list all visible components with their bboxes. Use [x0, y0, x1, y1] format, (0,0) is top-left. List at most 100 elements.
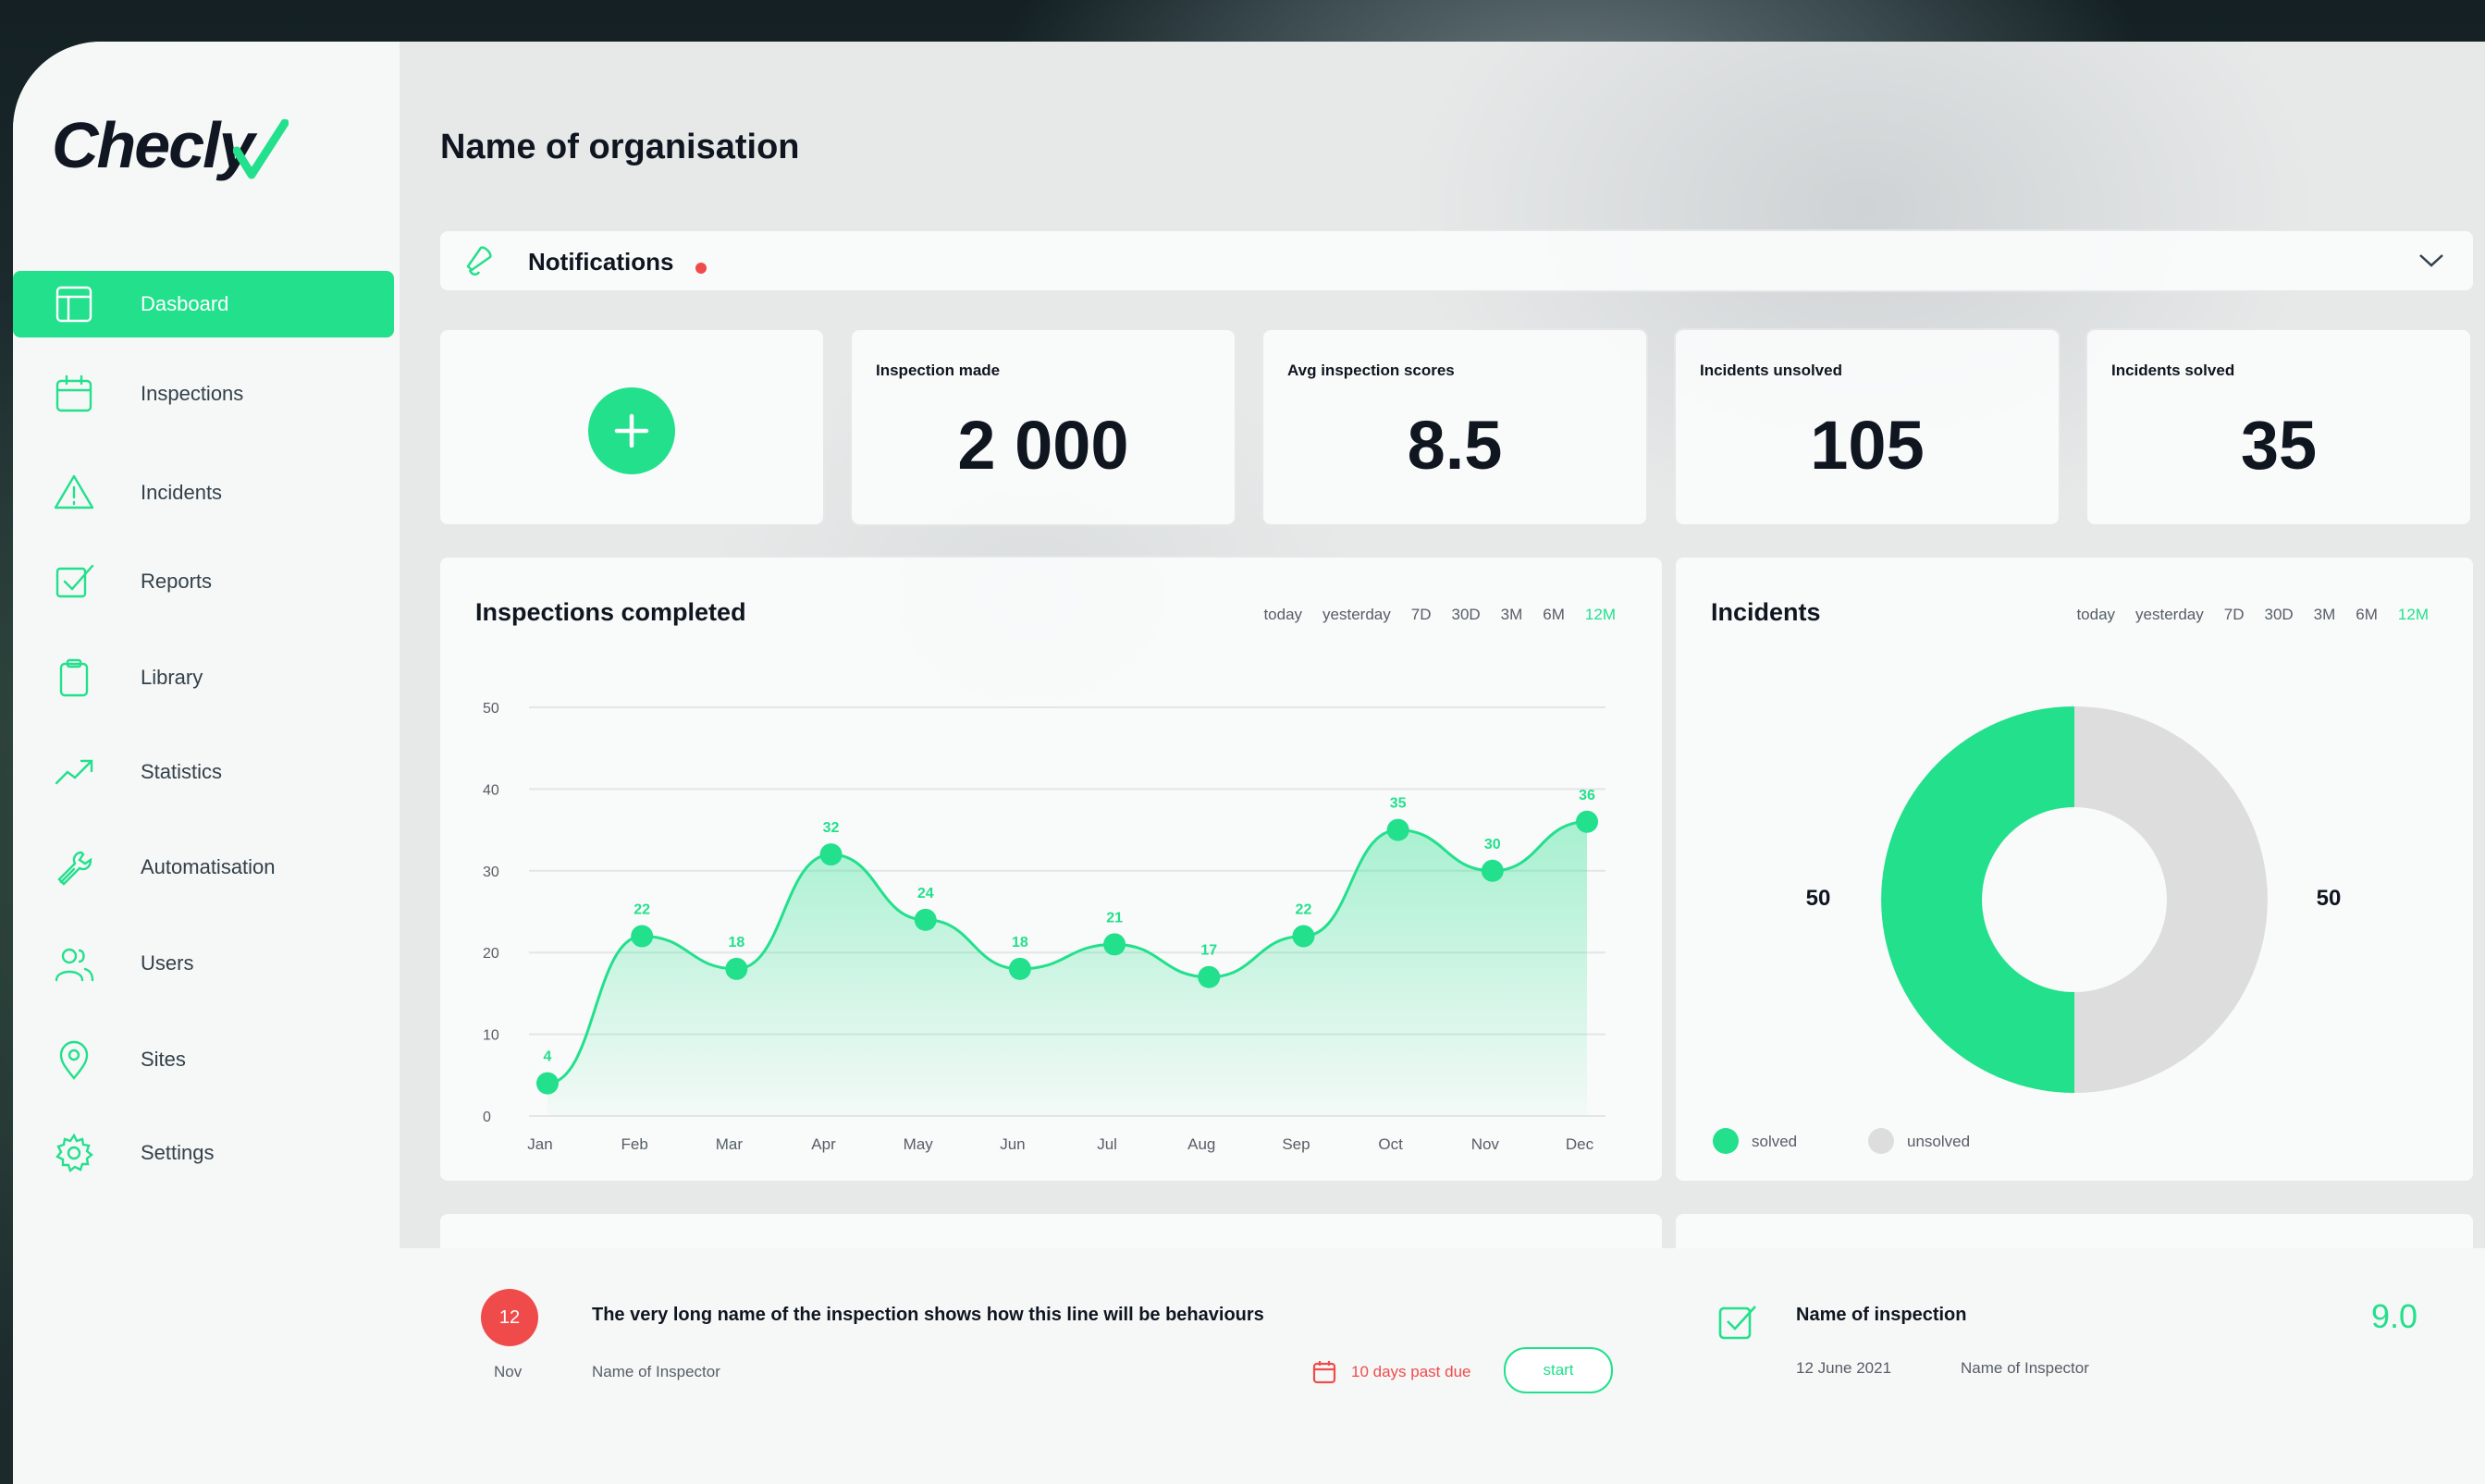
x-tick-label: Aug — [1187, 1135, 1215, 1153]
data-point — [1576, 810, 1598, 833]
checkbox-icon — [1718, 1306, 1756, 1340]
x-tick-label: Jul — [1097, 1135, 1117, 1153]
sidebar-item-statistics[interactable]: Statistics — [13, 739, 394, 805]
date-month: Nov — [494, 1363, 523, 1380]
stat-card-incidents-unsolved: Incidents unsolved 105 — [1676, 330, 2059, 524]
date-badge: 12 — [481, 1289, 538, 1346]
sidebar-item-label: Library — [141, 666, 203, 689]
data-point — [631, 925, 654, 948]
notifications-bar[interactable]: Notifications — [440, 231, 2473, 290]
sidebar-item-incidents[interactable]: Incidents — [13, 460, 394, 526]
data-label: 18 — [1012, 935, 1028, 950]
sidebar-item-label: Statistics — [141, 760, 223, 783]
y-tick-label: 50 — [483, 701, 499, 717]
chevron-down-icon[interactable] — [2417, 248, 2445, 272]
y-tick-label: 10 — [483, 1028, 499, 1044]
legend-swatch-unsolved — [1868, 1128, 1894, 1154]
x-tick-label: Nov — [1471, 1135, 1500, 1153]
data-label: 21 — [1106, 910, 1123, 926]
inspector-name: Name of Inspector — [592, 1363, 720, 1380]
page-title: Name of organisation — [440, 128, 800, 166]
sidebar-item-label: Incidents — [141, 481, 223, 504]
stat-card-avg-score: Avg inspection scores 8.5 — [1263, 330, 1646, 524]
stat-card-inspection-made: Inspection made 2 000 — [852, 330, 1235, 524]
data-point — [1008, 957, 1031, 980]
add-button[interactable] — [588, 387, 675, 474]
data-label: 22 — [1296, 902, 1312, 918]
data-point — [536, 1072, 559, 1095]
inspector-name: Name of Inspector — [1961, 1359, 2089, 1377]
filter-for-me[interactable]: for me — [1491, 1260, 1535, 1279]
app-window: Checly Dasboard Inspections Incidents Repor… — [13, 42, 2485, 1484]
sidebar-item-users[interactable]: Users — [13, 930, 394, 997]
sidebar-item-label: Sites — [141, 1048, 186, 1071]
sidebar-item-label: Inspections — [141, 382, 244, 405]
area-fill — [547, 821, 1587, 1116]
x-tick-label: Feb — [621, 1135, 648, 1153]
start-button[interactable]: start — [1504, 1347, 1613, 1393]
filter-all[interactable]: all — [2408, 1260, 2424, 1279]
data-label: 4 — [544, 1049, 552, 1065]
incidents-chart-card: Incidents today yesterday 7D 30D 3M 6M 12M 50 5… — [1676, 558, 2473, 1181]
sidebar-item-label: Reports — [141, 570, 213, 593]
sidebar-item-dasboard[interactable]: Dasboard — [13, 271, 394, 337]
slice-solved — [1881, 706, 2074, 1093]
filter-mine[interactable]: mine — [2318, 1260, 2352, 1279]
x-tick-label: Jun — [1000, 1135, 1025, 1153]
data-label: 24 — [917, 886, 934, 901]
sidebar-item-reports[interactable]: Reports — [13, 548, 394, 615]
x-tick-label: Oct — [1378, 1135, 1403, 1153]
y-tick-label: 30 — [483, 865, 499, 880]
value-label-unsolved: 50 — [2317, 886, 2342, 911]
gear-icon — [54, 1133, 94, 1173]
inspection-name[interactable]: The very long name of the inspection sho… — [592, 1305, 1264, 1326]
sidebar-item-label: Automatisation — [141, 855, 276, 878]
value-label-solved: 50 — [1806, 886, 1831, 911]
checkbox-icon — [54, 561, 94, 602]
slice-unsolved — [2074, 706, 2268, 1093]
user-profile[interactable]: PK Paweł Kamiński — [54, 1358, 274, 1410]
data-label: 18 — [728, 935, 744, 950]
data-label: 32 — [823, 820, 840, 836]
inspection-name[interactable]: Name of inspection — [1796, 1305, 1966, 1326]
stat-value: 105 — [1810, 407, 1925, 484]
data-label: 22 — [634, 902, 650, 918]
data-label: 17 — [1200, 943, 1217, 959]
user-name: Paweł Kamiński — [124, 1371, 275, 1396]
layout-icon — [54, 284, 94, 325]
x-tick-label: Dec — [1566, 1135, 1594, 1153]
avatar: PK — [54, 1358, 105, 1410]
add-inspection-card[interactable] — [440, 330, 823, 524]
stat-title: Inspection made — [876, 362, 1001, 379]
filter-all[interactable]: all — [1598, 1260, 1614, 1279]
sidebar-item-settings[interactable]: Settings — [13, 1120, 394, 1186]
bell-icon — [466, 246, 492, 276]
sidebar-item-label: Dasboard — [141, 292, 229, 315]
data-point — [914, 908, 937, 931]
data-point — [1103, 933, 1126, 956]
y-tick-label: 0 — [483, 1110, 491, 1125]
legend-swatch-solved — [1713, 1128, 1739, 1154]
todo-title: Inspections to do — [481, 1255, 688, 1282]
sidebar-item-library[interactable]: Library — [13, 644, 394, 711]
data-label: 35 — [1390, 796, 1407, 812]
incidents-donut-chart: 50 50 solved unsolved — [1713, 706, 2342, 1154]
notifications-label: Notifications — [528, 248, 674, 276]
clipboard-icon — [54, 657, 94, 698]
plus-icon — [614, 413, 649, 448]
logo-check-icon — [233, 119, 289, 179]
data-point — [1292, 925, 1315, 948]
calendar-alert-icon — [1312, 1361, 1336, 1384]
sidebar-item-label: Users — [141, 951, 194, 975]
sidebar-item-inspections[interactable]: Inspections — [13, 361, 394, 427]
data-point — [1386, 818, 1409, 841]
stat-value: 8.5 — [1407, 407, 1503, 484]
y-tick-label: 20 — [483, 946, 499, 962]
sidebar-item-sites[interactable]: Sites — [13, 1026, 394, 1093]
warning-icon — [54, 472, 94, 513]
stat-value: 2 000 — [957, 407, 1129, 484]
due-status: 10 days past due — [1351, 1363, 1471, 1380]
sidebar-item-automatisation[interactable]: Automatisation — [13, 834, 394, 901]
completed-title: Inspections completed — [1716, 1255, 1987, 1282]
calendar-icon — [54, 374, 94, 414]
